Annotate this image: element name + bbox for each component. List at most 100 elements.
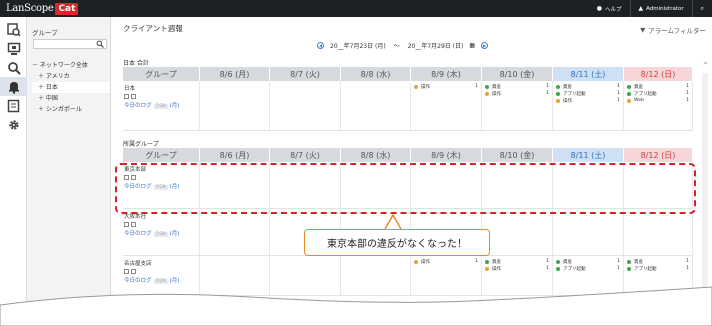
- event-count: 1: [686, 266, 689, 271]
- event-item[interactable]: 資産 1: [627, 83, 689, 90]
- event-label: 資産: [492, 259, 501, 265]
- group-cell: 大阪本社 今日のログ 7/29 (月): [123, 209, 200, 255]
- day-header-sunday: 8/12 (日): [624, 148, 693, 162]
- tree-item-japan[interactable]: ＋ 日本: [32, 82, 110, 93]
- asset-button[interactable]: [0, 39, 27, 58]
- day-header-sunday: 8/12 (日): [624, 67, 693, 81]
- day-header: 8/8 (水): [341, 67, 411, 81]
- event-label: アプリ起動: [634, 266, 657, 272]
- event-item[interactable]: 資産 1: [556, 258, 620, 265]
- event-item[interactable]: Web 1: [627, 97, 689, 104]
- group-name: 名古屋支店: [124, 261, 152, 267]
- event-label: アプリ起動: [563, 266, 586, 272]
- event-item[interactable]: 資産 1: [485, 258, 549, 265]
- event-dot-icon: [627, 259, 631, 264]
- day-cell: [482, 209, 553, 255]
- group-search-input[interactable]: [33, 39, 107, 49]
- event-count: 1: [475, 84, 478, 89]
- day-header: 8/9 (木): [411, 148, 482, 162]
- event-item[interactable]: 操作 1: [485, 265, 549, 272]
- event-label: 操作: [421, 84, 430, 90]
- day-header-saturday: 8/11 (土): [553, 148, 624, 162]
- log-day: (月): [169, 231, 180, 237]
- day-header: 8/7 (火): [270, 67, 341, 81]
- today-log-link[interactable]: 今日のログ 7/29 (月): [124, 229, 198, 237]
- event-item[interactable]: アプリ起動 1: [627, 265, 689, 272]
- next-week-icon[interactable]: ▶: [481, 42, 489, 49]
- vertical-scrollbar[interactable]: [702, 73, 708, 313]
- tree-item-america[interactable]: ＋ アメリカ: [32, 71, 110, 82]
- screen-search-button[interactable]: ⌕: [691, 0, 712, 17]
- day-cell: [200, 81, 270, 130]
- event-dot-icon: [485, 259, 489, 264]
- icon-sidebar: [0, 17, 27, 326]
- day-header: 8/6 (月): [200, 148, 270, 162]
- magnifier-icon: [7, 61, 21, 75]
- detail-icon[interactable]: [131, 94, 136, 99]
- event-count: 1: [617, 259, 620, 264]
- day-cell: [553, 209, 624, 255]
- calendar-icon[interactable]: ▦: [469, 42, 475, 49]
- event-item[interactable]: 操作 1: [414, 83, 478, 90]
- event-count: 1: [546, 84, 549, 89]
- event-count: 1: [617, 98, 620, 103]
- event-label: 操作: [492, 91, 501, 97]
- logo-text: LanScope: [6, 3, 54, 14]
- event-item[interactable]: 操作 1: [414, 258, 478, 265]
- calendar-icon[interactable]: [124, 94, 129, 99]
- detail-icon[interactable]: [131, 269, 136, 274]
- event-count: 1: [546, 91, 549, 96]
- event-count: 1: [617, 84, 620, 89]
- event-item[interactable]: 操作 1: [556, 97, 620, 104]
- date-range: ◀ 20__年7月23日 (月) ～ 20__年7月29日 (日) ▦ ▶: [317, 41, 489, 50]
- event-label: 資産: [563, 84, 572, 90]
- today-log-link[interactable]: 今日のログ 7/29 (月): [124, 101, 198, 109]
- event-item[interactable]: アプリ起動 1: [627, 90, 689, 97]
- event-dot-icon: [627, 266, 631, 271]
- edit-button[interactable]: [0, 96, 27, 115]
- tree-item-singapore[interactable]: ＋ シンガポール: [32, 104, 110, 115]
- event-item[interactable]: 資産 1: [485, 83, 549, 90]
- event-dot-icon: [627, 84, 631, 89]
- callout-note: 東京本部の違反がなくなった！: [304, 229, 490, 256]
- search-button[interactable]: [0, 58, 27, 77]
- event-count: 1: [617, 91, 620, 96]
- event-label: 資産: [563, 259, 572, 265]
- event-dot-icon: [556, 84, 560, 89]
- app-logo[interactable]: LanScope Cat: [6, 0, 79, 17]
- event-count: 1: [475, 259, 478, 264]
- tree-item-china[interactable]: ＋ 中国: [32, 93, 110, 104]
- help-label: ヘルプ: [604, 6, 622, 13]
- torn-edge-decoration: [0, 286, 712, 326]
- day-cell: 操作 1: [411, 81, 482, 130]
- calendar-icon[interactable]: [124, 269, 129, 274]
- highlight-tokyo-row: [115, 163, 696, 214]
- alarm-filter-button[interactable]: ▼ アラームフィルター: [640, 25, 706, 35]
- day-cell: [200, 209, 270, 255]
- event-item[interactable]: 操作 1: [485, 90, 549, 97]
- log-day: (月): [169, 103, 180, 109]
- search-icon[interactable]: [96, 40, 104, 48]
- detail-icon[interactable]: [131, 222, 136, 227]
- event-dot-icon: [556, 259, 560, 264]
- settings-button[interactable]: [0, 115, 27, 134]
- event-item[interactable]: 資産 1: [627, 258, 689, 265]
- user-menu[interactable]: ▲ Administrator: [629, 0, 692, 17]
- event-item[interactable]: アプリ起動 1: [556, 265, 620, 272]
- event-item[interactable]: 資産 1: [556, 83, 620, 90]
- group-icons: [124, 269, 198, 274]
- day-cell: [341, 81, 411, 130]
- tree-item-network[interactable]: － ネットワーク全体: [32, 60, 110, 71]
- calendar-icon[interactable]: [124, 222, 129, 227]
- groups-header-row: グループ 8/6 (月) 8/7 (火) 8/8 (水) 8/9 (木) 8/1…: [123, 148, 693, 162]
- group-cell: 日本 今日のログ 7/29 (月): [123, 81, 200, 130]
- alarm-button[interactable]: [0, 77, 27, 96]
- report-search-button[interactable]: [0, 20, 27, 39]
- user-icon: ▲: [638, 5, 644, 12]
- prev-week-icon[interactable]: ◀: [317, 42, 324, 49]
- scroll-up-icon[interactable]: ^: [703, 62, 708, 69]
- event-label: 資産: [634, 84, 643, 90]
- help-menu[interactable]: ● ヘルプ: [589, 0, 630, 17]
- event-item[interactable]: アプリ起動 1: [556, 90, 620, 97]
- logo-badge: Cat: [55, 2, 79, 15]
